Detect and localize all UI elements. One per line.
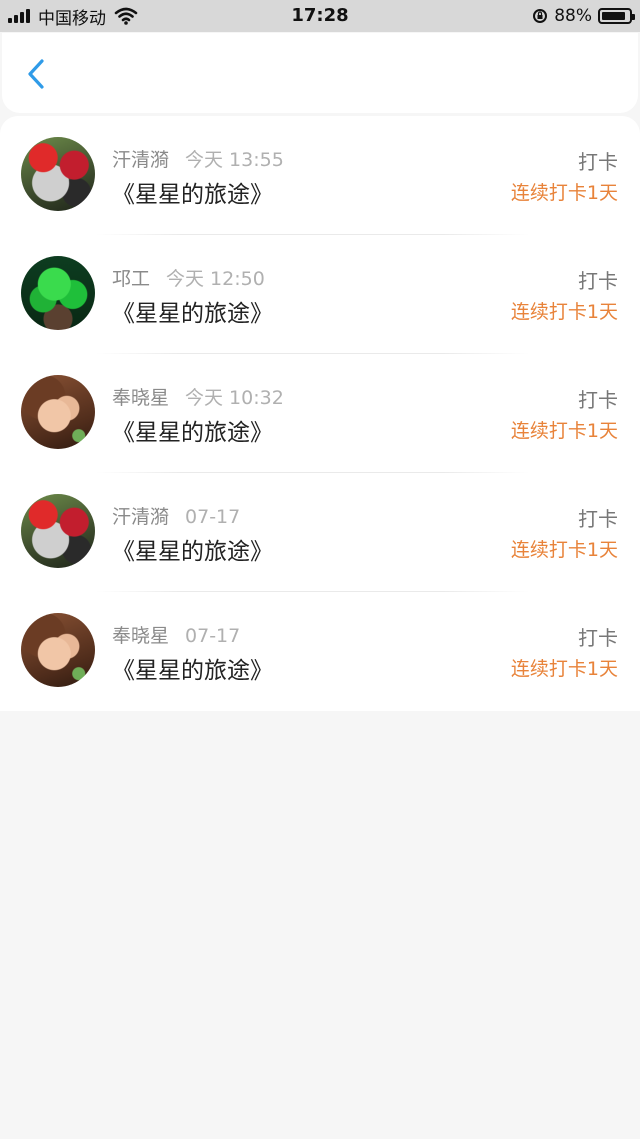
streak-label: 连续打卡1天 xyxy=(510,182,618,204)
streak-label: 连续打卡1天 xyxy=(510,539,618,561)
user-name-line: 汗清漪 今天 13:55 xyxy=(112,145,284,172)
status-bar: 中国移动 17:28 88% xyxy=(0,0,640,32)
user-name: 邛工 xyxy=(112,268,151,290)
book-title: 《星星的旅途》 xyxy=(112,420,273,446)
streak-label: 连续打卡1天 xyxy=(510,420,618,442)
status-right: 88% xyxy=(532,5,635,27)
battery-icon xyxy=(598,8,635,24)
post-time: 今天 13:55 xyxy=(185,149,284,171)
streak-label: 连续打卡1天 xyxy=(510,301,618,323)
post-time: 07-17 xyxy=(185,625,241,647)
user-name: 奉晓星 xyxy=(112,387,170,409)
list-item[interactable]: 汗清漪 今天 13:55 《星星的旅途》 打卡 连续打卡1天 xyxy=(0,116,640,235)
list-item[interactable]: 奉晓星 今天 10:32 《星星的旅途》 打卡 连续打卡1天 xyxy=(0,354,640,473)
avatar[interactable] xyxy=(21,613,95,687)
action-label: 打卡 xyxy=(578,626,618,650)
checkin-list: 汗清漪 今天 13:55 《星星的旅途》 打卡 连续打卡1天 邛工 今天 12:50… xyxy=(0,116,640,711)
avatar[interactable] xyxy=(21,494,95,568)
battery-percent: 88% xyxy=(554,6,592,26)
avatar[interactable] xyxy=(21,137,95,211)
book-title: 《星星的旅途》 xyxy=(112,182,273,208)
orientation-lock-icon xyxy=(533,9,548,23)
action-label: 打卡 xyxy=(578,269,618,293)
user-name-line: 奉晓星 07-17 xyxy=(112,621,240,648)
post-time: 今天 10:32 xyxy=(185,387,284,409)
action-label: 打卡 xyxy=(578,388,618,412)
list-item[interactable]: 汗清漪 07-17 《星星的旅途》 打卡 连续打卡1天 xyxy=(0,473,640,592)
user-name: 汗清漪 xyxy=(112,506,170,528)
action-label: 打卡 xyxy=(578,150,618,174)
user-name-line: 邛工 今天 12:50 xyxy=(112,264,265,291)
avatar[interactable] xyxy=(21,375,95,449)
avatar[interactable] xyxy=(21,256,95,330)
nav-bar xyxy=(2,33,638,113)
book-title: 《星星的旅途》 xyxy=(112,539,273,565)
post-time: 07-17 xyxy=(185,506,241,528)
chevron-left-icon[interactable] xyxy=(22,57,52,91)
list-item[interactable]: 奉晓星 07-17 《星星的旅途》 打卡 连续打卡1天 xyxy=(0,592,640,711)
action-label: 打卡 xyxy=(578,507,618,531)
user-name: 奉晓星 xyxy=(112,625,170,647)
user-name: 汗清漪 xyxy=(112,149,170,171)
streak-label: 连续打卡1天 xyxy=(510,658,618,680)
user-name-line: 奉晓星 今天 10:32 xyxy=(112,383,284,410)
post-time: 今天 12:50 xyxy=(166,268,265,290)
user-name-line: 汗清漪 07-17 xyxy=(112,502,240,529)
book-title: 《星星的旅途》 xyxy=(112,658,273,684)
book-title: 《星星的旅途》 xyxy=(112,301,273,327)
list-item[interactable]: 邛工 今天 12:50 《星星的旅途》 打卡 连续打卡1天 xyxy=(0,235,640,354)
